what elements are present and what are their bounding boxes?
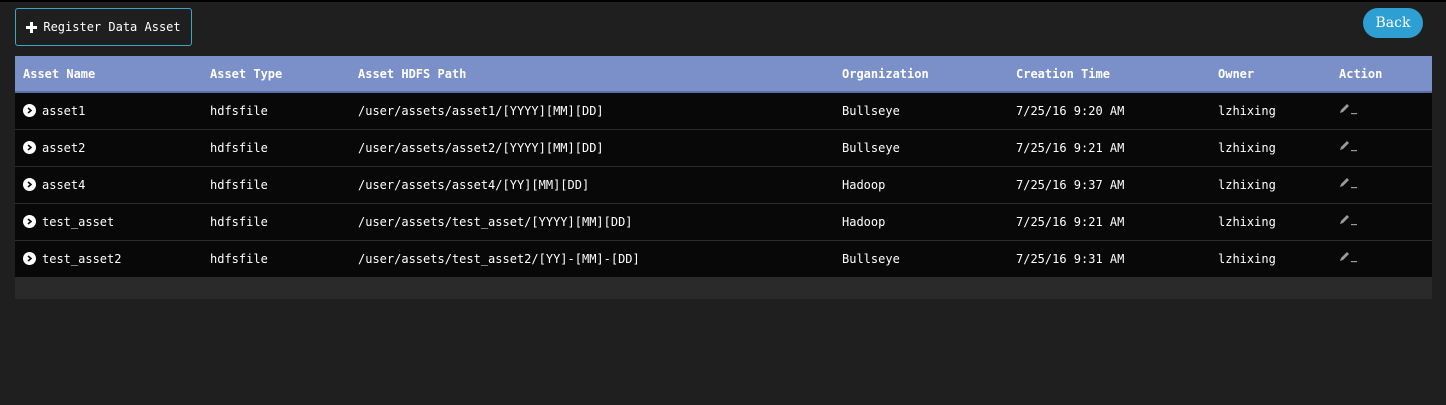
cell-hdfs-path: /user/assets/asset4/[YY][MM][DD] [358, 177, 590, 192]
cell-asset-name: asset1 [15, 92, 202, 129]
cell-asset-type: hdfsfile [210, 140, 268, 155]
column-header-action: Action [1331, 56, 1432, 93]
asset-name[interactable]: asset1 [42, 104, 85, 118]
register-button-label: Register Data Asset [43, 20, 181, 34]
cell-owner: lzhixing [1218, 177, 1276, 192]
cell-action [1331, 129, 1432, 166]
cell-creation-time: 7/25/16 9:37 AM [1016, 177, 1125, 192]
cell-asset-type: hdfsfile [210, 214, 268, 229]
cell-owner: lzhixing [1218, 103, 1276, 118]
asset-name-wrapper: asset2 [23, 141, 202, 155]
cell-hdfs-path: /user/assets/test_asset2/[YY]-[MM]-[DD] [358, 251, 640, 266]
edit-icon[interactable] [1339, 140, 1359, 155]
cell-action [1331, 203, 1432, 240]
asset-name-wrapper: test_asset [23, 215, 202, 229]
cell-creation-time: 7/25/16 9:20 AM [1016, 103, 1125, 118]
table-body: asset1 hdfsfile/user/assets/asset1/[YYYY]… [15, 92, 1432, 277]
expand-chevron-icon[interactable] [23, 252, 36, 265]
column-header-hdfs-path[interactable]: Asset HDFS Path [350, 56, 834, 93]
cell-organization: Bullseye [842, 140, 900, 155]
edit-icon[interactable] [1339, 251, 1359, 266]
asset-name[interactable]: asset4 [42, 178, 85, 192]
cell-action [1331, 166, 1432, 203]
cell-hdfs-path: /user/assets/asset1/[YYYY][MM][DD] [358, 103, 604, 118]
column-header-owner[interactable]: Owner [1210, 56, 1331, 93]
expand-chevron-icon[interactable] [23, 215, 36, 228]
cell-asset-name: test_asset [15, 203, 202, 240]
cell-creation-time: 7/25/16 9:31 AM [1016, 251, 1125, 266]
edit-icon[interactable] [1339, 103, 1359, 118]
cell-creation-time: 7/25/16 9:21 AM [1016, 214, 1125, 229]
asset-name-wrapper: test_asset2 [23, 252, 202, 266]
expand-chevron-icon[interactable] [23, 141, 36, 154]
cell-action [1331, 240, 1432, 277]
cell-organization: Hadoop [842, 214, 886, 229]
table-header: Asset Name Asset Type Asset HDFS Path Or… [15, 56, 1432, 93]
asset-name[interactable]: asset2 [42, 141, 85, 155]
table-row[interactable]: asset2 hdfsfile/user/assets/asset2/[YYYY]… [15, 129, 1432, 166]
asset-name[interactable]: test_asset2 [42, 252, 121, 266]
asset-name[interactable]: test_asset [42, 215, 114, 229]
cell-asset-name: asset4 [15, 166, 202, 203]
plus-icon [26, 21, 38, 33]
edit-icon[interactable] [1339, 177, 1359, 192]
back-button[interactable]: Back [1363, 8, 1423, 38]
cell-asset-type: hdfsfile [210, 177, 268, 192]
table-header-row: Asset Name Asset Type Asset HDFS Path Or… [15, 56, 1432, 93]
cell-organization: Hadoop [842, 177, 886, 192]
expand-chevron-icon[interactable] [23, 104, 36, 118]
column-header-asset-type[interactable]: Asset Type [202, 56, 350, 93]
cell-owner: lzhixing [1218, 140, 1276, 155]
cell-hdfs-path: /user/assets/asset2/[YYYY][MM][DD] [358, 140, 604, 155]
table-row[interactable]: test_asset hdfsfile/user/assets/test_asse… [15, 203, 1432, 240]
table-row[interactable]: asset4 hdfsfile/user/assets/asset4/[YY][M… [15, 166, 1432, 203]
cell-creation-time: 7/25/16 9:21 AM [1016, 140, 1125, 155]
cell-hdfs-path: /user/assets/test_asset/[YYYY][MM][DD] [358, 214, 633, 229]
cell-owner: lzhixing [1218, 251, 1276, 266]
table-row[interactable]: asset1 hdfsfile/user/assets/asset1/[YYYY]… [15, 92, 1432, 129]
cell-asset-name: test_asset2 [15, 240, 202, 277]
cell-owner: lzhixing [1218, 214, 1276, 229]
expand-chevron-icon[interactable] [23, 178, 36, 191]
asset-name-wrapper: asset4 [23, 178, 202, 192]
column-header-organization[interactable]: Organization [834, 56, 1008, 93]
assets-table: Asset Name Asset Type Asset HDFS Path Or… [15, 56, 1432, 278]
cell-organization: Bullseye [842, 103, 900, 118]
cell-organization: Bullseye [842, 251, 900, 266]
column-header-asset-name[interactable]: Asset Name [15, 56, 202, 93]
register-data-asset-button[interactable]: Register Data Asset [15, 8, 192, 46]
cell-asset-name: asset2 [15, 129, 202, 166]
cell-action [1331, 92, 1432, 129]
column-header-creation-time[interactable]: Creation Time [1008, 56, 1210, 93]
asset-name-wrapper: asset1 [23, 104, 202, 118]
top-border [0, 0, 1446, 2]
cell-asset-type: hdfsfile [210, 251, 268, 266]
table-row[interactable]: test_asset2 hdfsfile/user/assets/test_ass… [15, 240, 1432, 277]
cell-asset-type: hdfsfile [210, 103, 268, 118]
assets-table-container: Asset Name Asset Type Asset HDFS Path Or… [15, 56, 1432, 299]
edit-icon[interactable] [1339, 214, 1359, 229]
